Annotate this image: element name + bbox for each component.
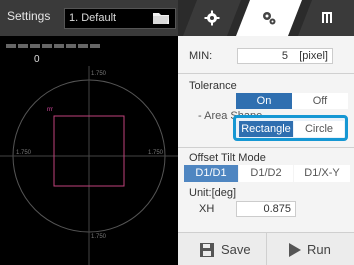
run-label: Run xyxy=(307,242,331,257)
unit-label: Unit:[deg] xyxy=(189,187,237,199)
tolerance-off-button[interactable]: Off xyxy=(292,93,348,109)
top-bar: Settings 1. Default xyxy=(0,0,354,36)
offset-tilt-label: Offset Tilt Mode xyxy=(189,152,266,164)
min-unit: [pixel] xyxy=(299,50,328,62)
xh-label: XH xyxy=(199,203,215,215)
run-icon xyxy=(289,243,301,257)
gears-icon xyxy=(261,10,277,26)
run-button[interactable]: Run xyxy=(266,233,354,265)
offset-d1xy-button[interactable]: D1/X-Y xyxy=(294,165,350,182)
save-icon xyxy=(200,243,214,257)
bottom-bar: Save Run xyxy=(178,232,354,265)
tab-gear[interactable] xyxy=(183,0,241,36)
settings-label: Settings xyxy=(7,9,51,23)
area-shape-rectangle-button[interactable]: Rectangle xyxy=(239,121,293,137)
tilt-marker: rrr xyxy=(47,107,53,113)
tick-bottom: 1.750 xyxy=(91,234,107,240)
min-label: MIN: xyxy=(189,50,213,62)
viewer-value: 0 xyxy=(34,54,40,65)
divider xyxy=(178,147,354,148)
settings-selector: Settings 1. Default xyxy=(0,0,178,36)
gear-icon xyxy=(204,10,220,26)
min-value: 5 xyxy=(281,50,288,62)
save-button[interactable]: Save xyxy=(178,233,266,265)
xh-input[interactable]: 0.875 xyxy=(236,201,296,217)
save-label: Save xyxy=(221,242,251,257)
tab-tool-settings[interactable] xyxy=(236,0,302,36)
min-input[interactable]: 5 [pixel] xyxy=(237,48,333,64)
io-icon xyxy=(322,12,332,23)
tolerance-label: Tolerance xyxy=(189,80,237,92)
tick-right: 1.750 xyxy=(148,150,164,156)
tick-top: 1.750 xyxy=(91,71,107,77)
area-shape-circle-button[interactable]: Circle xyxy=(294,121,344,137)
tick-left: 1.750 xyxy=(16,150,32,156)
tilt-plot: rrr 1.750 1.750 1.750 1.750 xyxy=(0,66,178,265)
status-indicator xyxy=(6,44,100,48)
offset-d1d2-button[interactable]: D1/D2 xyxy=(239,165,293,182)
divider xyxy=(178,73,354,74)
image-viewer[interactable]: 0 rrr 1.750 1.750 1.750 1.750 xyxy=(0,36,178,265)
folder-icon[interactable] xyxy=(152,10,170,26)
tolerance-on-button[interactable]: On xyxy=(236,93,292,109)
tab-io[interactable] xyxy=(298,0,354,36)
offset-d1d1-button[interactable]: D1/D1 xyxy=(184,165,238,182)
